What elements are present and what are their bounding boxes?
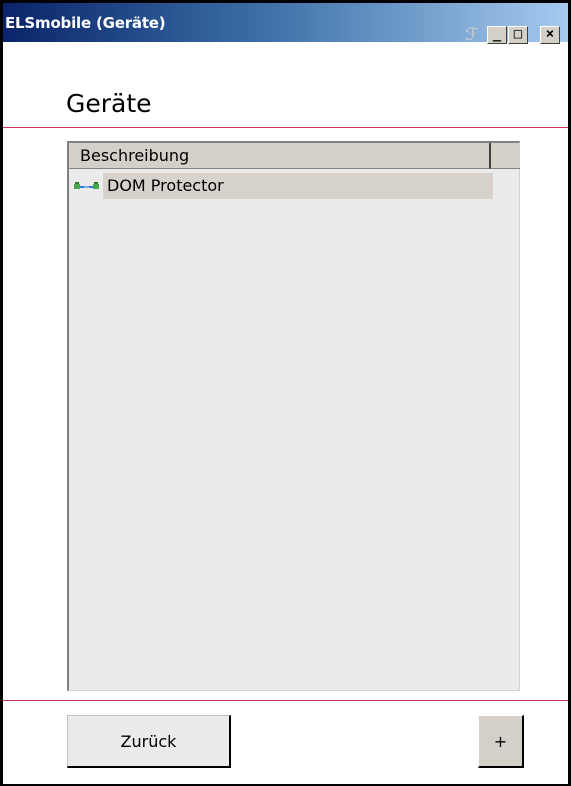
add-device-button[interactable]: + [478, 715, 524, 768]
window-title: ELSmobile (Geräte) [5, 14, 166, 32]
minimize-button[interactable]: _ [487, 26, 507, 44]
close-button[interactable]: × [540, 26, 560, 44]
list-item[interactable]: DOM Protector [73, 173, 493, 199]
window-titlebar[interactable]: ELSmobile (Geräte) ℱ _ □ × [3, 3, 568, 44]
device-connected-icon [74, 182, 99, 189]
device-list[interactable]: Beschreibung DOM Protector [67, 141, 520, 691]
column-header-beschreibung[interactable]: Beschreibung [69, 143, 491, 169]
back-button[interactable]: Zurück [67, 715, 231, 768]
column-header-filler [491, 143, 520, 169]
app-window: ELSmobile (Geräte) ℱ _ □ × Geräte Beschr… [0, 0, 571, 786]
maximize-button[interactable]: □ [508, 26, 528, 44]
top-separator [3, 127, 568, 128]
pin-icon[interactable]: ℱ [461, 26, 483, 44]
bottom-separator [3, 700, 568, 701]
page-title: Geräte [66, 89, 152, 118]
device-name: DOM Protector [107, 176, 224, 195]
